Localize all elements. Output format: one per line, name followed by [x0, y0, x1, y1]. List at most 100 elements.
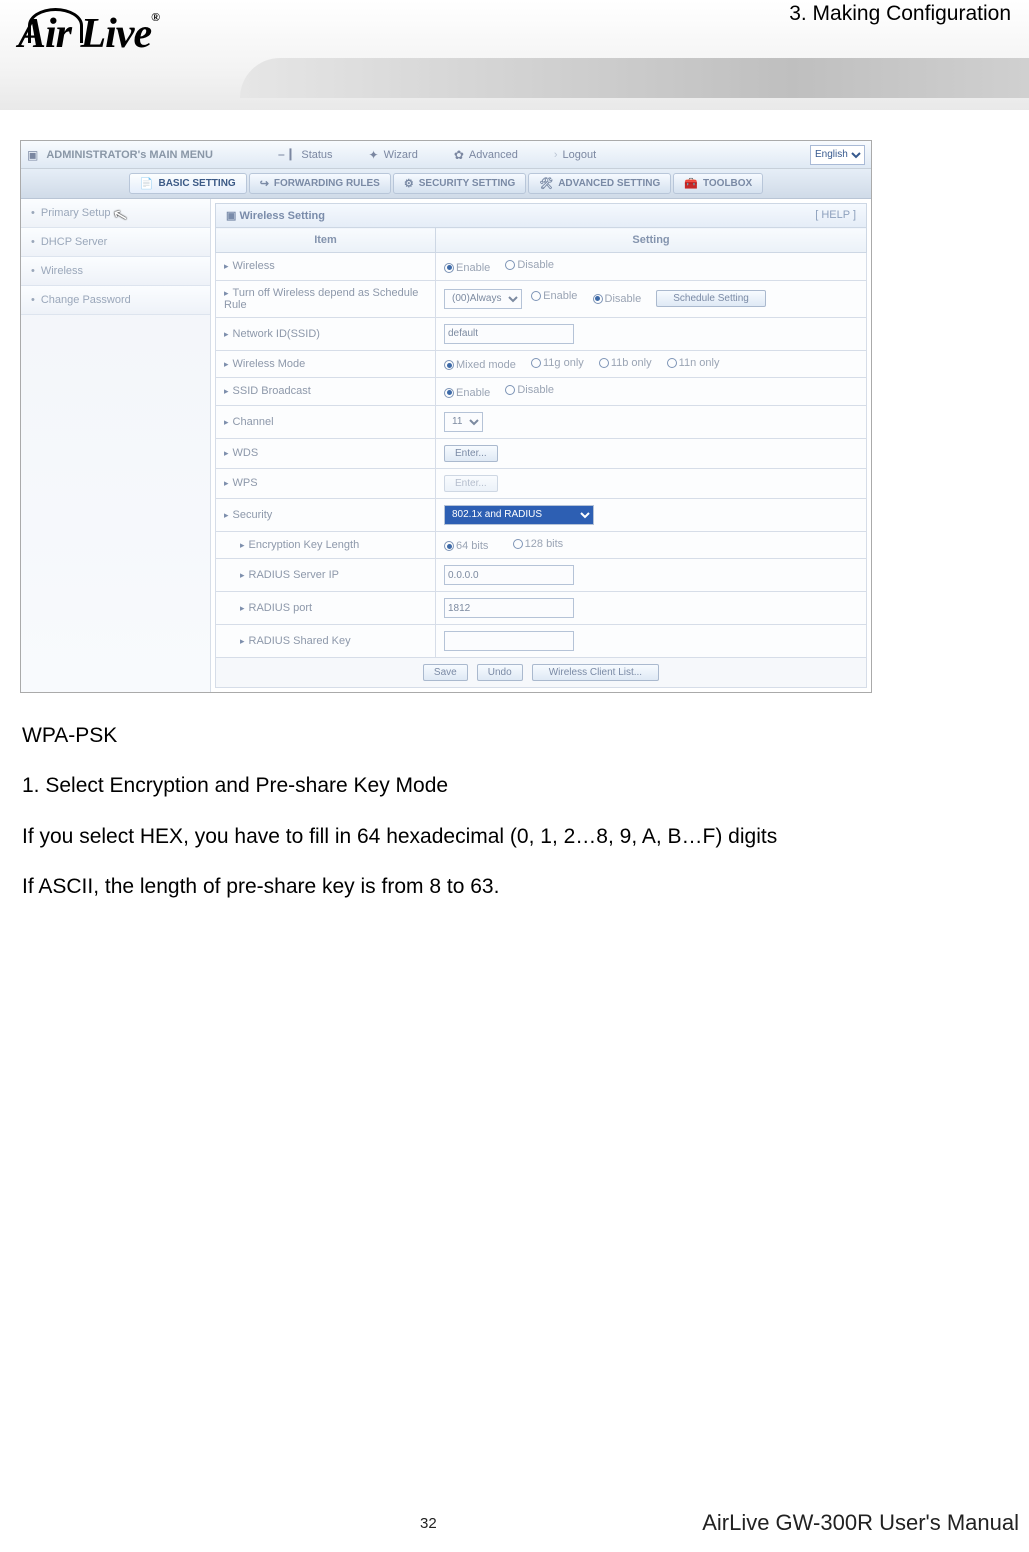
row-label: Security: [233, 509, 273, 521]
radio-sched-disable[interactable]: Disable: [593, 293, 642, 305]
radio-dot-icon: [444, 541, 454, 551]
bullet-icon: •: [31, 294, 35, 306]
tab-advanced-setting[interactable]: 🛠 ADVANCED SETTING: [528, 173, 671, 194]
chevron-right-icon: ▸: [224, 386, 229, 396]
wizard-icon: ✦: [369, 148, 379, 162]
radio-mode-11n[interactable]: 11n only: [667, 357, 720, 369]
row-label: SSID Broadcast: [233, 385, 311, 397]
router-admin-screenshot: ▣ ADMINISTRATOR's MAIN MENU ⎯┃ Status ✦ …: [20, 140, 872, 693]
tab-forwarding-rules[interactable]: ↪ FORWARDING RULES: [249, 173, 391, 194]
sidebar-item-label: DHCP Server: [41, 236, 107, 248]
row-label: WPS: [233, 477, 258, 489]
radio-dot-icon: [444, 263, 454, 273]
ssid-input[interactable]: [444, 324, 574, 344]
radio-mode-mixed[interactable]: Mixed mode: [444, 359, 516, 371]
channel-select[interactable]: 11: [444, 412, 483, 432]
manual-title: AirLive GW-300R User's Manual: [702, 1510, 1019, 1536]
chevron-right-icon: ▸: [224, 359, 229, 369]
radio-64bit[interactable]: 64 bits: [444, 540, 488, 552]
basic-icon: 📄: [140, 177, 154, 190]
brand-logo: Air Live®: [18, 10, 159, 58]
row-security: ▸Security 802.1x and RADIUS: [216, 498, 867, 531]
chevron-right-icon: ▸: [240, 603, 245, 613]
radio-dot-icon: [505, 385, 515, 395]
radio-label: 11g only: [543, 357, 584, 369]
panel-icon: ▣: [226, 210, 236, 222]
sidebar-item-dhcp-server[interactable]: • DHCP Server: [21, 228, 210, 257]
forwarding-icon: ↪: [260, 177, 269, 190]
body-line-3: If you select HEX, you have to fill in 6…: [22, 812, 1007, 862]
radio-dot-icon: [531, 291, 541, 301]
row-radius-key: ▸RADIUS Shared Key: [216, 625, 867, 658]
chapter-title: 3. Making Configuration: [789, 2, 1011, 26]
radio-label: 64 bits: [456, 540, 488, 552]
toolbox-icon: 🧰: [684, 177, 698, 190]
page-header: Air Live® 3. Making Configuration: [0, 0, 1029, 110]
security-mode-select[interactable]: 802.1x and RADIUS: [444, 505, 594, 525]
radio-mode-11b[interactable]: 11b only: [599, 357, 652, 369]
row-label: Turn off Wireless depend as Schedule Rul…: [224, 287, 418, 311]
radio-label: Disable: [517, 259, 554, 271]
schedule-rule-select[interactable]: (00)Always: [444, 289, 522, 309]
radio-mode-11g[interactable]: 11g only: [531, 357, 584, 369]
section-tabs: 📄 BASIC SETTING ↪ FORWARDING RULES ⚙ SEC…: [21, 169, 871, 199]
tab-toolbox[interactable]: 🧰 TOOLBOX: [673, 173, 763, 194]
tab-basic-setting[interactable]: 📄 BASIC SETTING: [129, 173, 247, 194]
sidebar-item-primary-setup[interactable]: • Primary Setup ↖: [21, 199, 210, 228]
radio-label: Disable: [517, 384, 554, 396]
top-nav-bar: ▣ ADMINISTRATOR's MAIN MENU ⎯┃ Status ✦ …: [21, 141, 871, 169]
row-label: Wireless: [233, 260, 275, 272]
nav-status[interactable]: ⎯┃ Status: [264, 141, 346, 168]
page-number: 32: [420, 1515, 437, 1532]
undo-button[interactable]: Undo: [477, 664, 523, 681]
radio-broadcast-disable[interactable]: Disable: [505, 384, 554, 396]
radio-sched-enable[interactable]: Enable: [531, 290, 577, 302]
radio-label: Enable: [456, 262, 490, 274]
radio-wireless-enable[interactable]: Enable: [444, 262, 490, 274]
sidebar-item-wireless[interactable]: • Wireless: [21, 257, 210, 286]
row-label: Encryption Key Length: [249, 539, 360, 551]
radio-128bit[interactable]: 128 bits: [513, 538, 564, 550]
row-key-length: ▸Encryption Key Length 64 bits 128 bits: [216, 531, 867, 559]
tab-advanced-label: ADVANCED SETTING: [558, 178, 660, 189]
panel-titlebar: ▣ Wireless Setting [ HELP ]: [215, 203, 867, 228]
language-select[interactable]: English: [810, 145, 865, 165]
radius-ip-input[interactable]: [444, 565, 574, 585]
form-buttons: Save Undo Wireless Client List...: [215, 658, 867, 688]
radius-port-input[interactable]: [444, 598, 574, 618]
nav-logout[interactable]: › Logout: [540, 141, 610, 168]
body-line-4: If ASCII, the length of pre-share key is…: [22, 862, 1007, 912]
row-ssid: ▸Network ID(SSID): [216, 317, 867, 350]
wireless-client-list-button[interactable]: Wireless Client List...: [532, 664, 659, 681]
radio-broadcast-enable[interactable]: Enable: [444, 387, 490, 399]
schedule-setting-button[interactable]: Schedule Setting: [656, 290, 766, 307]
radio-dot-icon: [513, 539, 523, 549]
save-button[interactable]: Save: [423, 664, 468, 681]
radio-dot-icon: [599, 358, 609, 368]
wps-enter-button[interactable]: Enter...: [444, 475, 498, 492]
sidebar-item-change-password[interactable]: • Change Password: [21, 286, 210, 315]
radio-wireless-disable[interactable]: Disable: [505, 259, 554, 271]
tab-toolbox-label: TOOLBOX: [703, 178, 752, 189]
wds-enter-button[interactable]: Enter...: [444, 445, 498, 462]
tab-forwarding-label: FORWARDING RULES: [274, 178, 380, 189]
nav-advanced[interactable]: ✿ Advanced: [440, 141, 532, 168]
radius-key-input[interactable]: [444, 631, 574, 651]
row-label: Channel: [233, 416, 274, 428]
radio-dot-icon: [444, 388, 454, 398]
sidebar-item-label: Wireless: [41, 265, 83, 277]
nav-wizard-label: Wizard: [384, 149, 418, 161]
row-label: Wireless Mode: [233, 358, 306, 370]
nav-wizard[interactable]: ✦ Wizard: [355, 141, 432, 168]
row-ssid-broadcast: ▸ SSID Broadcast Enable Disable: [216, 378, 867, 406]
tab-security-setting[interactable]: ⚙ SECURITY SETTING: [393, 173, 526, 194]
chevron-right-icon: ▸: [224, 261, 229, 271]
row-label: WDS: [233, 447, 259, 459]
sidebar-item-label: Primary Setup: [41, 207, 111, 219]
status-icon: ⎯┃: [278, 147, 296, 162]
help-link[interactable]: [ HELP ]: [815, 209, 856, 222]
radio-dot-icon: [444, 360, 454, 370]
settings-panel: ▣ Wireless Setting [ HELP ] Item Setting…: [211, 199, 871, 692]
row-label: RADIUS Server IP: [249, 569, 339, 581]
radio-label: 11n only: [679, 357, 720, 369]
